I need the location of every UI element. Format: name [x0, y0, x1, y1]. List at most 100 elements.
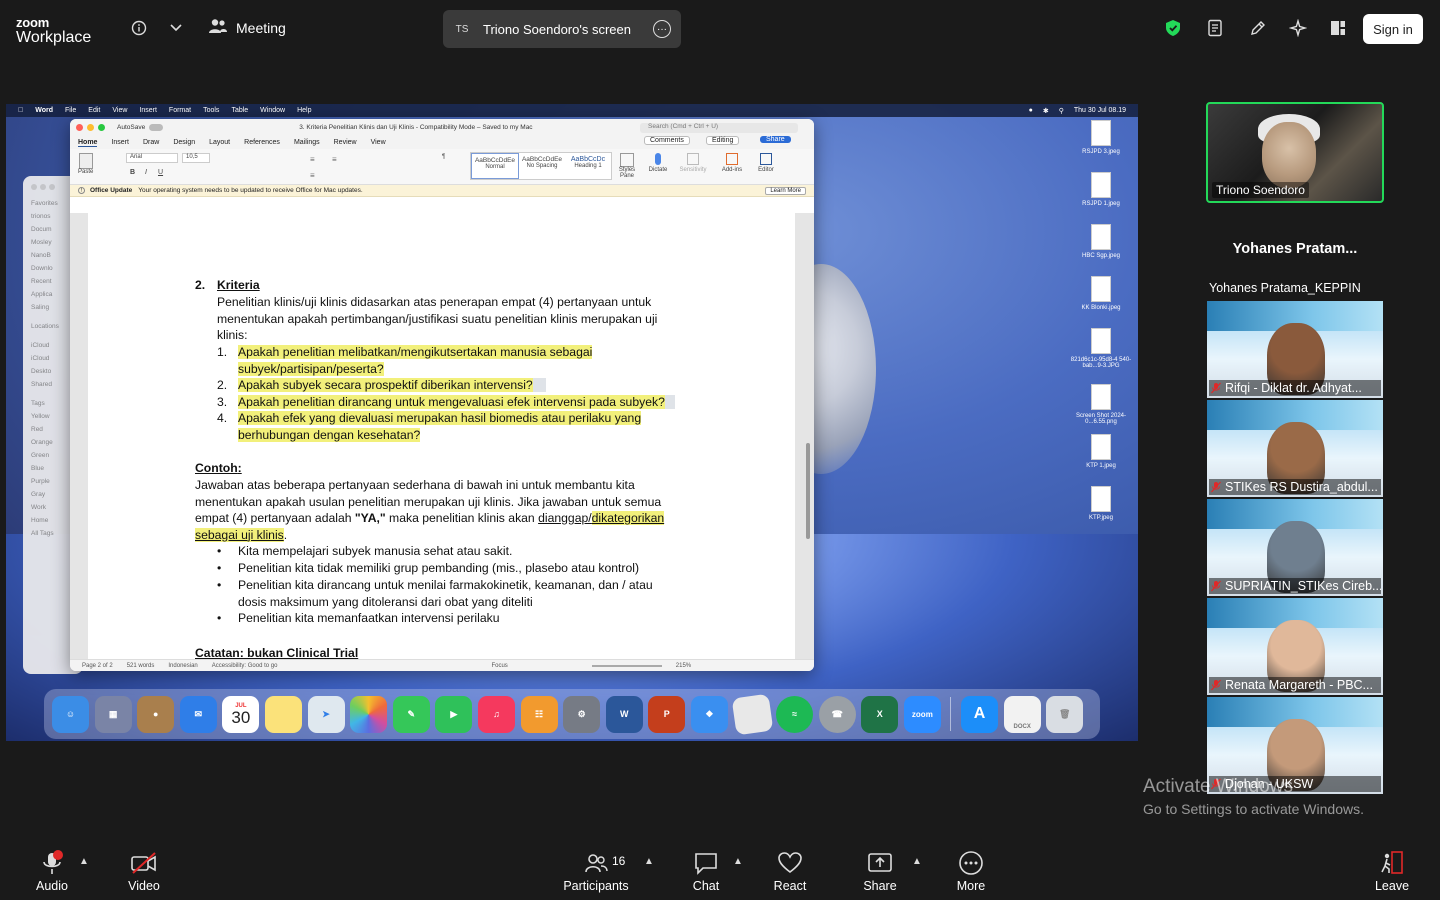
audio-options-caret[interactable]: ▲ [79, 856, 89, 867]
system-settings-dock-icon[interactable]: ⚙ [563, 695, 601, 733]
italic-button[interactable]: I [145, 169, 147, 176]
more-button[interactable]: More [949, 850, 993, 893]
proofing-language[interactable]: Indonesian [168, 663, 197, 669]
document-scrollbar[interactable] [806, 443, 810, 539]
font-name-select[interactable]: Arial [126, 153, 178, 163]
close-window-icon[interactable] [76, 124, 83, 131]
desktop-file-icon[interactable]: Screen Shot 2024-0...6.55.png [1066, 384, 1136, 425]
sign-in-button[interactable]: Sign in [1363, 14, 1423, 44]
align-left-icon[interactable]: ≡ [310, 171, 315, 180]
style-no-spacing[interactable]: AaBbCcDdEe No Spacing [519, 153, 565, 179]
mail-dock-icon[interactable]: ✉ [179, 695, 217, 733]
zoom-dock-icon[interactable]: zoom [903, 695, 941, 733]
editing-mode-button[interactable]: Editing [706, 136, 740, 145]
document-page[interactable]: 2. Kriteria Penelitian klinis/uji klinis… [88, 213, 795, 659]
react-button[interactable]: React [768, 850, 812, 893]
safari-dock-icon[interactable]: ❖ [690, 695, 728, 733]
trash-dock-icon[interactable]: 🗑 [1046, 695, 1084, 733]
bold-button[interactable]: B [130, 169, 135, 176]
music-dock-icon[interactable]: ♫ [477, 695, 515, 733]
leave-button[interactable]: Leave [1370, 850, 1414, 893]
desktop-file-icon[interactable]: HBC Sgp.jpeg [1066, 224, 1136, 259]
zoom-level[interactable]: 215% [676, 663, 691, 669]
tab-mailings[interactable]: Mailings [294, 139, 320, 146]
desktop-file-icon[interactable]: RSJPD 3.jpeg [1066, 120, 1136, 155]
photos-dock-icon[interactable] [350, 695, 388, 733]
comments-button[interactable]: Comments [644, 136, 690, 145]
styles-pane-button[interactable]: Styles Pane [616, 153, 638, 179]
view-layout-icon[interactable] [1328, 18, 1348, 38]
underline-button[interactable]: U [158, 169, 163, 176]
desktop-file-icon[interactable]: 821d6c1c-95d8-4 540-bab...9-3.JPG [1066, 328, 1136, 369]
word-count[interactable]: 521 words [127, 663, 155, 669]
share-document-button[interactable]: Share [760, 136, 791, 143]
tab-references[interactable]: References [244, 139, 280, 146]
chat-options-caret[interactable]: ▲ [733, 856, 743, 867]
encryption-shield-icon[interactable] [1163, 18, 1183, 38]
participant-video-tile[interactable]: Rifqi - Diklat dr. Adhyat... [1207, 301, 1383, 398]
word-dock-icon[interactable]: W [605, 695, 643, 733]
chevron-down-icon[interactable] [166, 18, 186, 38]
facetime-dock-icon[interactable]: ▶ [435, 695, 473, 733]
tab-layout[interactable]: Layout [209, 139, 230, 146]
annotate-pen-icon[interactable] [1248, 18, 1268, 38]
tab-design[interactable]: Design [173, 139, 195, 146]
style-normal[interactable]: AaBbCcDdEe Normal [471, 153, 519, 179]
meeting-menu[interactable]: Meeting [208, 18, 286, 37]
share-screen-button[interactable]: Share [858, 850, 902, 893]
learn-more-button[interactable]: Learn More [765, 187, 806, 195]
chat-button[interactable]: Chat [684, 850, 728, 893]
pilcrow-icon[interactable]: ¶ [442, 154, 445, 160]
spotify-dock-icon[interactable]: ≈ [776, 695, 814, 733]
notes-icon[interactable] [1205, 18, 1225, 38]
add-ins-button[interactable]: Add-ins [718, 153, 746, 173]
numbered-list-icon[interactable]: ≡ [332, 155, 337, 164]
contacts-dock-icon[interactable]: ● [137, 695, 175, 733]
minimize-window-icon[interactable] [87, 124, 94, 131]
tab-home[interactable]: Home [78, 139, 98, 147]
participant-video-tile[interactable]: Renata Margareth - PBC... [1207, 598, 1383, 695]
launchpad-dock-icon[interactable]: ▦ [94, 695, 132, 733]
notes-dock-icon[interactable] [264, 695, 302, 733]
sensitivity-button[interactable]: Sensitivity [676, 153, 710, 173]
whatsapp-dock-icon[interactable]: ☎ [818, 695, 856, 733]
tab-view[interactable]: View [371, 139, 386, 146]
more-options-icon[interactable]: ··· [653, 20, 671, 38]
maps-dock-icon[interactable]: ➤ [307, 695, 345, 733]
video-button[interactable]: Video [122, 850, 166, 893]
finder-dock-icon[interactable]: ☺ [52, 695, 89, 733]
page-count[interactable]: Page 2 of 2 [82, 663, 113, 669]
autosave-toggle[interactable] [149, 124, 164, 131]
share-options-caret[interactable]: ▲ [912, 856, 922, 867]
style-heading-1[interactable]: AaBbCcDc Heading 1 [565, 153, 611, 179]
font-size-select[interactable]: 10,5 [182, 153, 210, 163]
ai-companion-sparkle-icon[interactable] [1288, 18, 1308, 38]
dictate-button[interactable]: Dictate [646, 153, 670, 173]
focus-mode-button[interactable]: Focus [491, 663, 507, 669]
info-icon[interactable] [129, 18, 149, 38]
participants-options-caret[interactable]: ▲ [644, 856, 654, 867]
tab-draw[interactable]: Draw [143, 139, 159, 146]
desktop-file-icon[interactable]: KTP.jpeg [1066, 486, 1136, 521]
word-search-box[interactable]: Search (Cmd + Ctrl + U) [640, 123, 798, 133]
messages-dock-icon[interactable]: ✎ [392, 695, 430, 733]
docx-file-dock-icon[interactable]: DOCX [1003, 695, 1041, 733]
bullets-list-icon[interactable]: ≡ [310, 155, 315, 164]
app-store-dock-icon[interactable]: A [961, 695, 999, 733]
accessibility-status[interactable]: Accessibility: Good to go [212, 663, 278, 669]
desktop-file-icon[interactable]: KTP 1.jpeg [1066, 434, 1136, 469]
zoom-slider[interactable] [591, 664, 662, 667]
editor-button[interactable]: Editor [754, 153, 778, 173]
preview-dock-icon[interactable] [731, 693, 773, 735]
powerpoint-dock-icon[interactable]: P [648, 695, 686, 733]
excel-dock-icon[interactable]: X [861, 695, 899, 733]
shared-screen-pill[interactable]: TS Triono Soendoro's screen ··· [443, 10, 681, 48]
zoom-window-icon[interactable] [98, 124, 105, 131]
self-video-tile[interactable]: Triono Soendoro [1206, 102, 1384, 203]
tab-review[interactable]: Review [334, 139, 357, 146]
calendar-dock-icon[interactable]: JUL 30 [222, 695, 260, 733]
books-dock-icon[interactable]: ☷ [520, 695, 558, 733]
desktop-file-icon[interactable]: KK Blonki.jpeg [1066, 276, 1136, 311]
tab-insert[interactable]: Insert [111, 139, 129, 146]
audio-button[interactable]: Audio [30, 850, 74, 893]
